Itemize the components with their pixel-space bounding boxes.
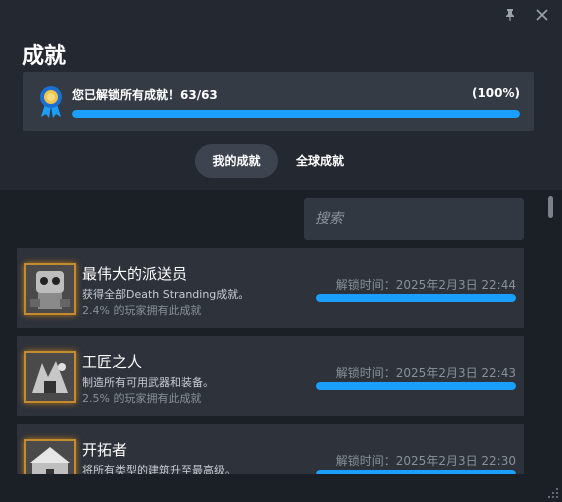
achievement-icon: [24, 263, 76, 315]
tab-global-achievements[interactable]: 全球成就: [281, 144, 359, 178]
unlock-summary: 您已解锁所有成就！63/63: [72, 88, 218, 102]
search-input[interactable]: 搜索: [304, 198, 524, 240]
scrollbar-thumb[interactable]: [548, 196, 553, 218]
achievement-name: 最伟大的派送员: [82, 265, 188, 283]
tab-my-achievements[interactable]: 我的成就: [195, 144, 278, 178]
achievement-unlock-time: 解锁时间：2025年2月3日 22:30: [335, 454, 516, 468]
achievement-name: 工匠之人: [82, 353, 143, 371]
achievement-unlock-time: 解锁时间：2025年2月3日 22:44: [335, 278, 516, 292]
achievement-progress-bar: [316, 294, 516, 302]
pin-icon-svg: [506, 9, 514, 21]
achievement-name: 开拓者: [82, 441, 128, 459]
achievement-progress-fill: [316, 382, 516, 390]
achievement-unlock-time: 解锁时间：2025年2月3日 22:43: [335, 366, 516, 380]
achievement-progress-bar: [316, 382, 516, 390]
achievement-icon-art: [26, 353, 74, 401]
achievement-list-area: 搜索 最伟大的派送员 获得全部Death Stranding成就。 2.4% 的…: [0, 190, 562, 502]
close-icon-svg: [536, 9, 548, 21]
achievement-description: 制造所有可用武器和装备。: [82, 376, 214, 389]
scrollbar[interactable]: [546, 192, 555, 492]
medal-icon: [40, 86, 62, 118]
achievements-header: 成就 您已解锁所有成就！63/63 (100%) 我的成就 全球成就: [0, 0, 562, 190]
achievement-item[interactable]: 最伟大的派送员 获得全部Death Stranding成就。 2.4% 的玩家拥…: [17, 248, 524, 328]
resize-grip-svg: [548, 488, 558, 498]
achievement-icon: [24, 351, 76, 403]
bottom-strip: [0, 474, 562, 502]
overall-progress-card: 您已解锁所有成就！63/63 (100%): [23, 72, 534, 131]
achievement-icon-art: [26, 265, 74, 313]
pin-icon[interactable]: [499, 6, 521, 28]
achievement-progress-fill: [316, 294, 516, 302]
page-title: 成就: [22, 44, 67, 69]
achievement-item[interactable]: 工匠之人 制造所有可用武器和装备。 2.5% 的玩家拥有此成就 解锁时间：202…: [17, 336, 524, 416]
achievement-rarity: 2.4% 的玩家拥有此成就: [82, 304, 202, 317]
achievement-rarity: 2.5% 的玩家拥有此成就: [82, 392, 202, 405]
overall-progress-bar: [72, 110, 520, 118]
unlock-percent: (100%): [471, 86, 520, 100]
close-icon[interactable]: [531, 6, 553, 28]
overall-progress-fill: [72, 110, 520, 118]
resize-grip-icon[interactable]: [546, 486, 560, 500]
achievement-description: 获得全部Death Stranding成就。: [82, 288, 250, 301]
